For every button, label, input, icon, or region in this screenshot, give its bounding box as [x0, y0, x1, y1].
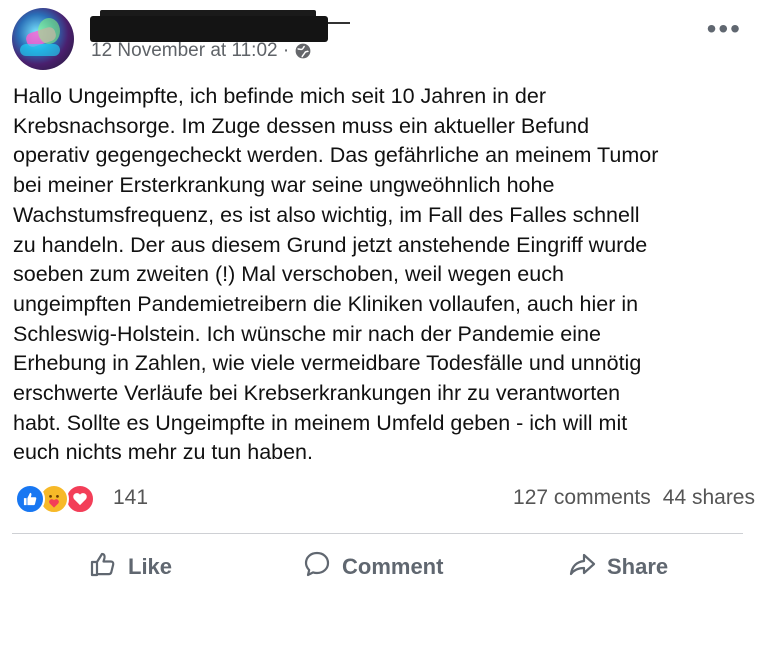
post-header: 12 November at 11:02 · •••	[12, 8, 756, 70]
divider	[12, 533, 743, 534]
reaction-count[interactable]: 141	[113, 486, 148, 510]
like-reaction-icon	[15, 484, 45, 514]
more-options-icon[interactable]: •••	[707, 15, 742, 43]
comment-icon	[302, 549, 332, 585]
post-body-text: Hallo Ungeimpfte, ich befinde mich seit …	[13, 84, 659, 465]
reactions-bar: 141 127 comments 44 shares	[15, 482, 755, 518]
redacted-author-name	[90, 10, 352, 42]
post-timestamp[interactable]: 12 November at 11:02 ·	[91, 40, 289, 62]
author-avatar[interactable]	[12, 8, 74, 70]
share-button[interactable]: Share	[567, 549, 668, 585]
post-actions: Like Comment Share	[12, 543, 743, 591]
globe-icon	[294, 42, 312, 60]
like-button[interactable]: Like	[88, 549, 172, 585]
thumbs-up-icon	[88, 549, 118, 585]
share-icon	[567, 549, 597, 585]
shares-count[interactable]: 44 shares	[663, 486, 755, 510]
love-reaction-icon	[65, 484, 95, 514]
engagement-stats: 127 comments 44 shares	[513, 486, 755, 510]
comment-label: Comment	[342, 554, 444, 579]
post-meta: 12 November at 11:02 ·	[91, 40, 312, 62]
like-label: Like	[128, 554, 173, 579]
comment-button[interactable]: Comment	[302, 549, 443, 585]
reaction-icons[interactable]	[15, 482, 105, 514]
comments-count[interactable]: 127 comments	[513, 486, 651, 510]
share-label: Share	[607, 554, 669, 579]
